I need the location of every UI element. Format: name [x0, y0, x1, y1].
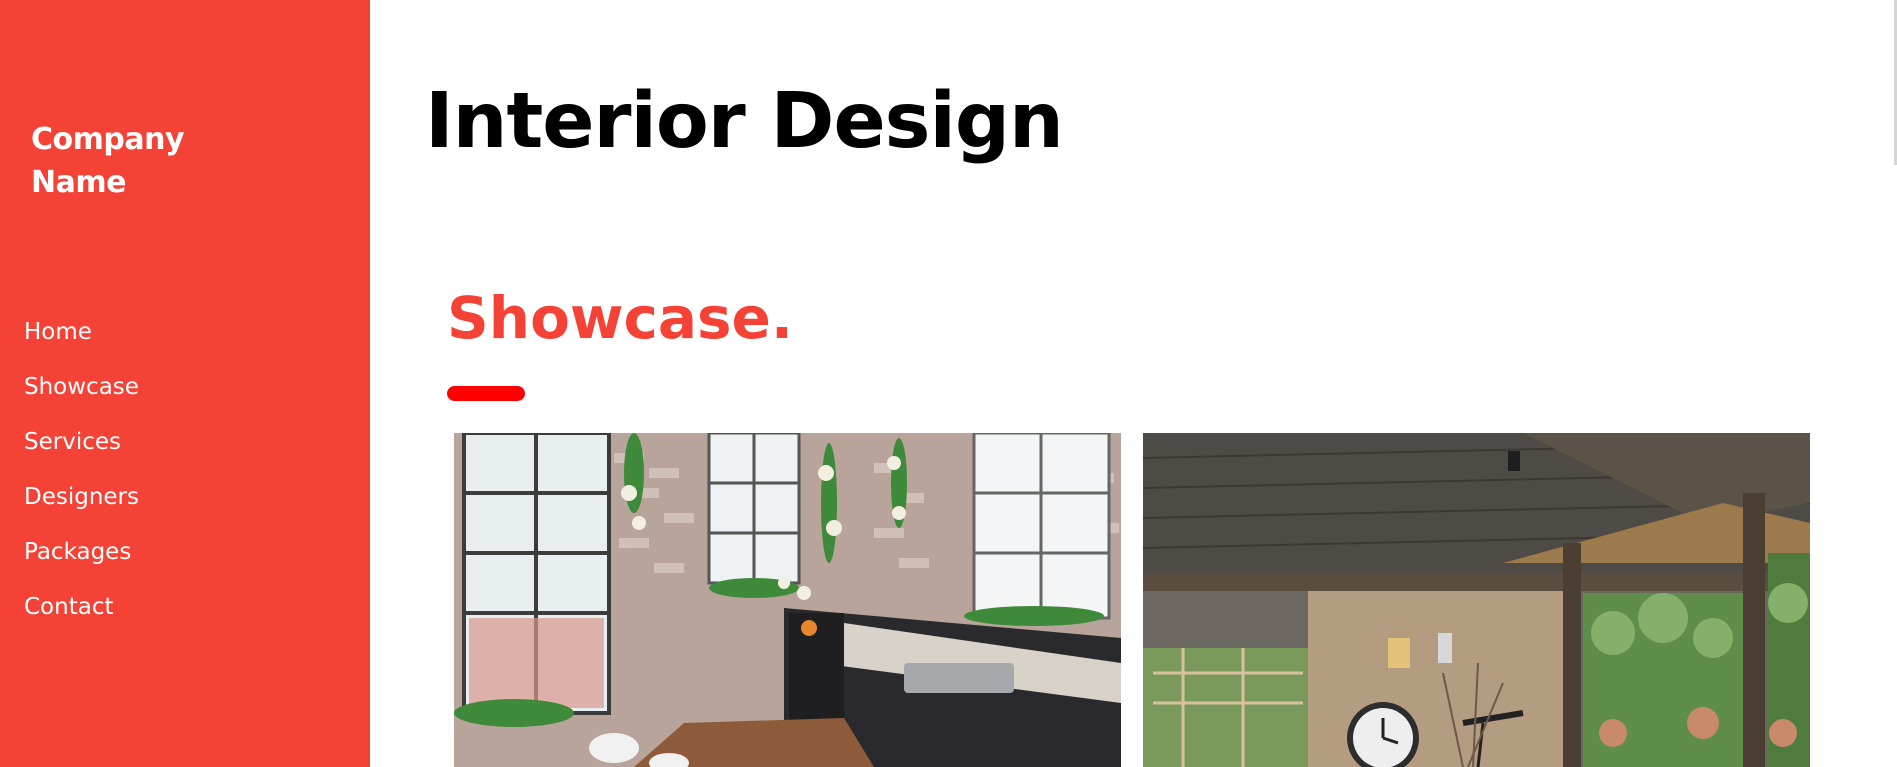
sidebar: Company Name Home Showcase Services Desi… [0, 0, 370, 767]
nav-item-designers[interactable]: Designers [24, 476, 139, 531]
nav-item-showcase[interactable]: Showcase [24, 366, 139, 421]
company-name-logo[interactable]: Company Name [31, 118, 231, 204]
gallery-image-patio[interactable] [1143, 433, 1810, 767]
nav-item-home[interactable]: Home [24, 311, 139, 366]
nav-item-packages[interactable]: Packages [24, 531, 139, 586]
nav-item-contact[interactable]: Contact [24, 586, 139, 641]
section-title-showcase: Showcase. [447, 284, 793, 352]
section-underline [447, 386, 525, 401]
gallery-image-kitchen[interactable] [454, 433, 1121, 767]
nav-item-services[interactable]: Services [24, 421, 139, 476]
page-title: Interior Design [425, 77, 1064, 166]
sidebar-nav: Home Showcase Services Designers Package… [24, 311, 139, 641]
main-content: Interior Design Showcase. [370, 0, 1897, 767]
